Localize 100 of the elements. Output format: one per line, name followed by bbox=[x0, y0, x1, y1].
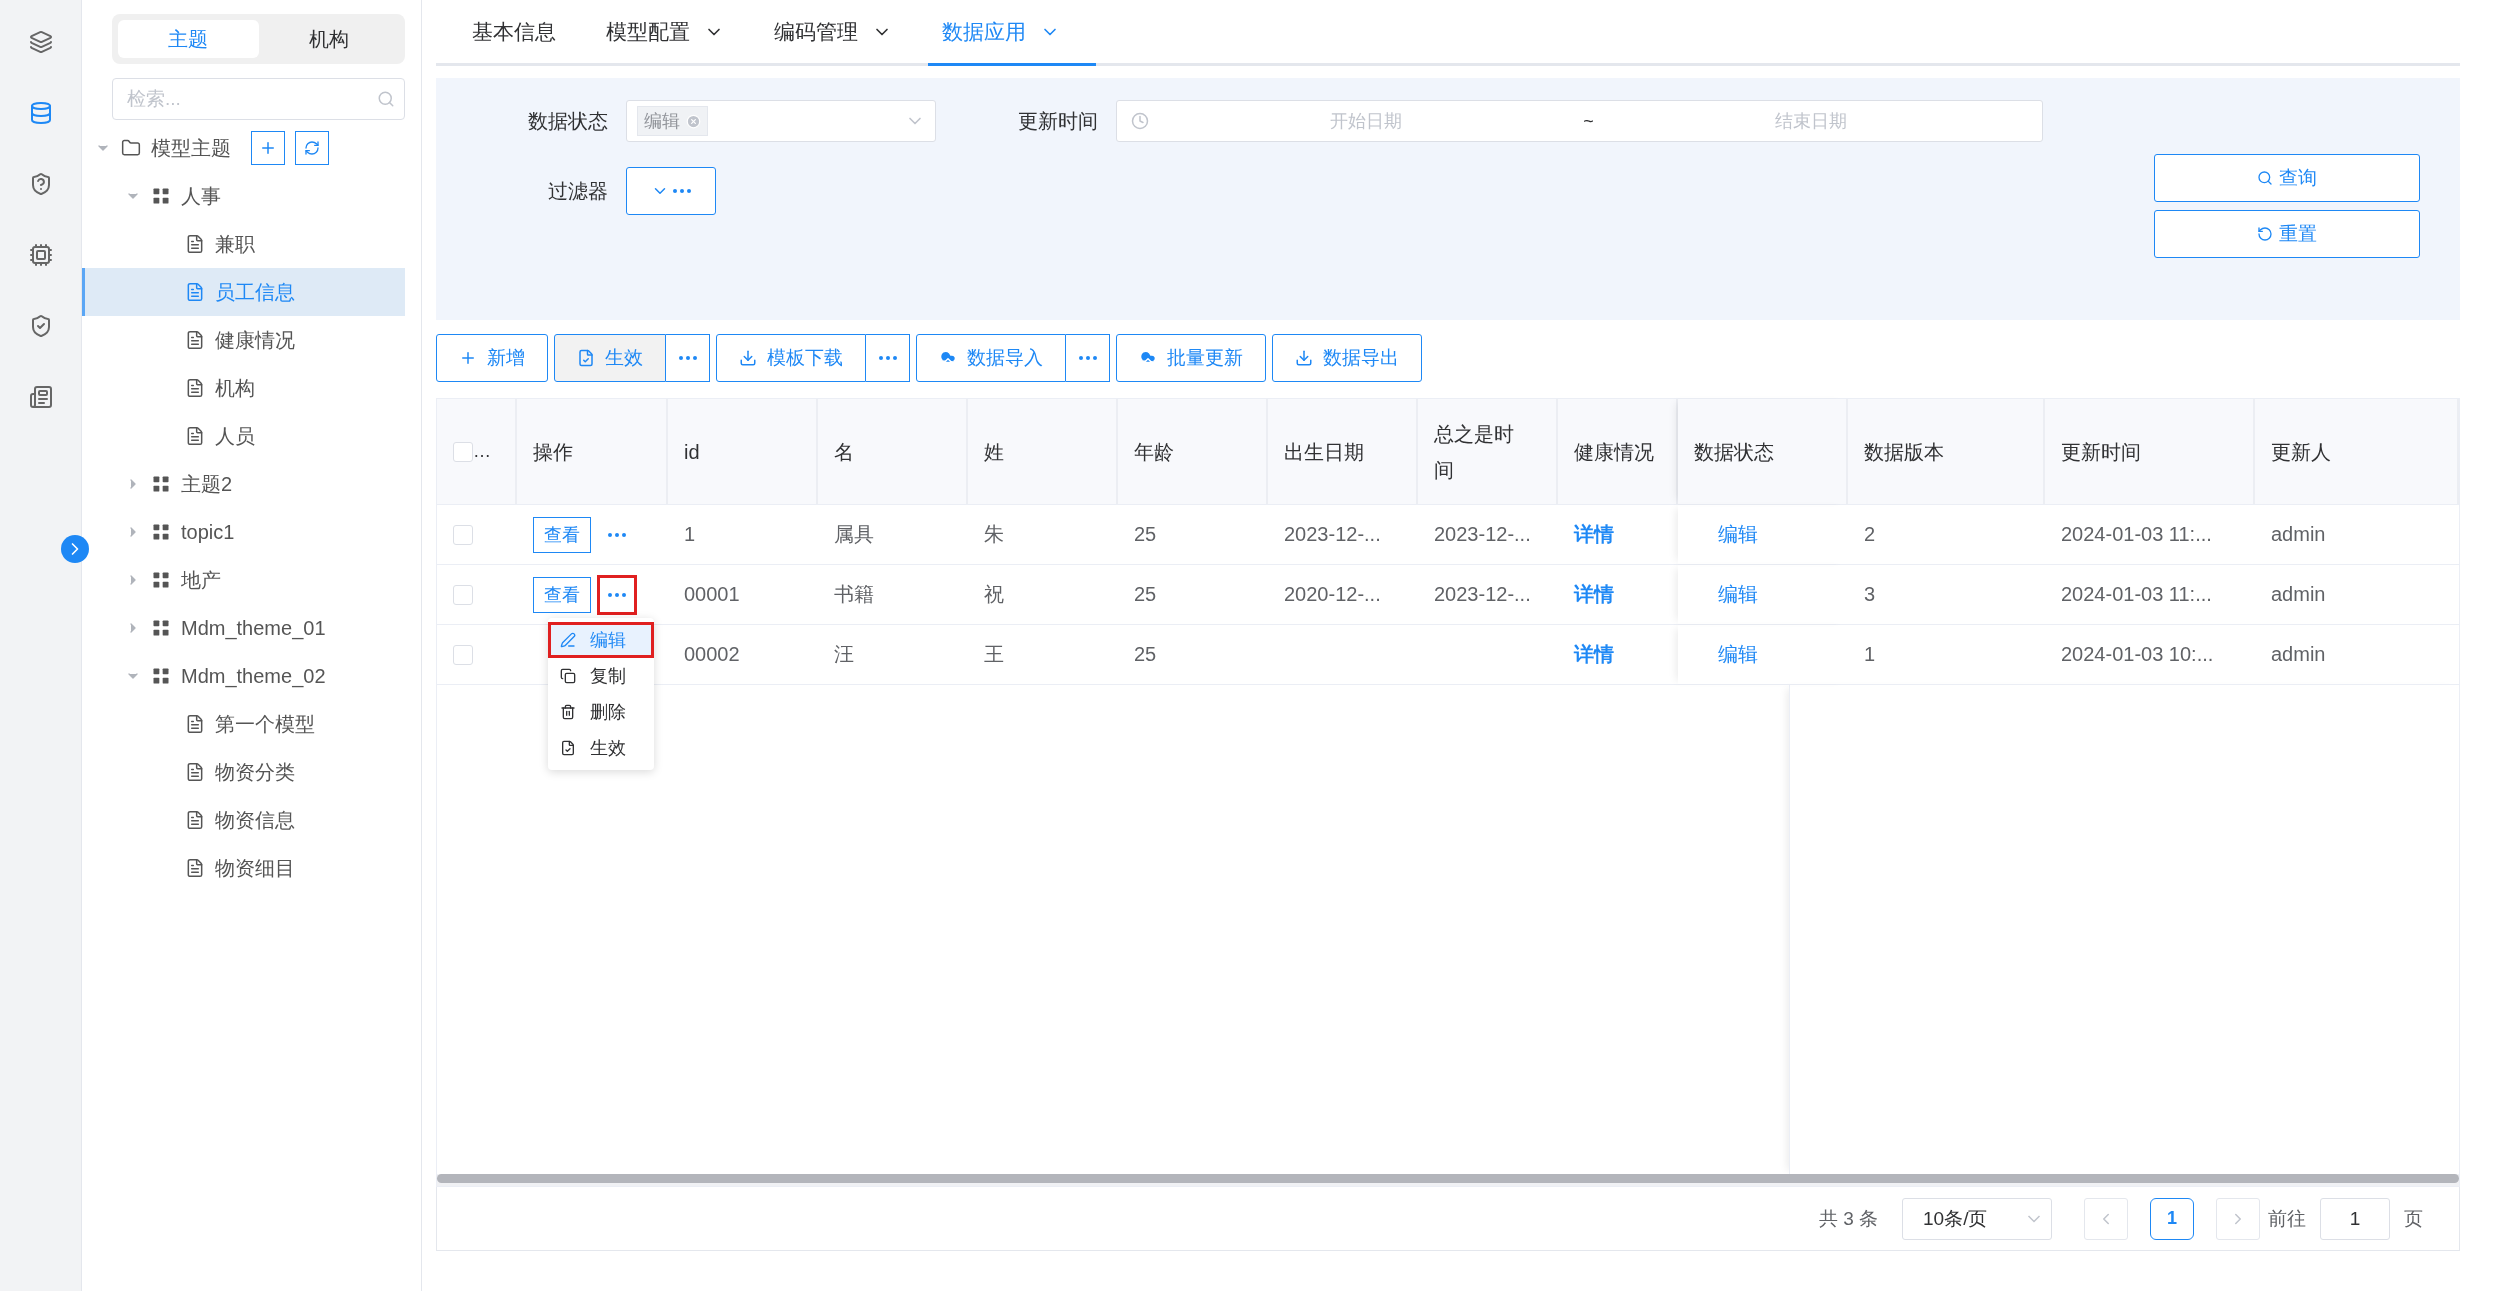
menu-item[interactable]: 生效 bbox=[548, 730, 654, 766]
field-label: 过滤器 bbox=[548, 178, 608, 204]
status-link[interactable]: 编辑 bbox=[1718, 521, 1758, 548]
expand-button[interactable] bbox=[61, 535, 89, 563]
range-separator: ~ bbox=[1583, 110, 1594, 132]
toolbar-button[interactable]: 数据导出 bbox=[1272, 334, 1422, 382]
status-link[interactable]: 编辑 bbox=[1718, 581, 1758, 608]
tree-item[interactable]: 模型主题 bbox=[82, 124, 405, 172]
more-button[interactable] bbox=[866, 334, 910, 382]
tag: 编辑 bbox=[637, 106, 708, 136]
plus-icon bbox=[459, 349, 477, 367]
table-cell: 1 bbox=[684, 523, 696, 546]
more-button[interactable] bbox=[666, 334, 710, 382]
table-cell: 25 bbox=[1134, 643, 1157, 666]
tree-label: 物资分类 bbox=[215, 759, 295, 785]
tree-item[interactable]: topic1 bbox=[82, 508, 405, 556]
table-cell: 2023-12-... bbox=[1284, 523, 1381, 546]
tree-label: 物资细目 bbox=[215, 855, 295, 881]
more-icon bbox=[608, 532, 626, 537]
column-header: 数据版本 bbox=[1864, 439, 1944, 465]
table-cell: 2020-12-... bbox=[1284, 583, 1381, 606]
search-field[interactable]: 检索... bbox=[112, 78, 405, 120]
file-check-icon bbox=[560, 740, 576, 756]
column-header: 年龄 bbox=[1134, 439, 1174, 465]
scrollbar[interactable] bbox=[437, 1174, 2459, 1183]
tree-label: 员工信息 bbox=[215, 279, 295, 305]
nav-tab[interactable]: 模型配置 bbox=[592, 0, 760, 66]
date-range-field[interactable]: 开始日期 ~ 结束日期 bbox=[1116, 100, 2043, 142]
nav-tab[interactable]: 数据应用 bbox=[928, 0, 1096, 66]
tree-item[interactable]: Mdm_theme_02 bbox=[82, 652, 405, 700]
copy-icon bbox=[560, 668, 576, 684]
panel-tab[interactable]: 主题 bbox=[118, 20, 259, 58]
nav-tab[interactable]: 基本信息 bbox=[458, 0, 592, 66]
column-header: 姓 bbox=[984, 439, 1004, 465]
view-button[interactable]: 查看 bbox=[533, 576, 591, 613]
trash-icon bbox=[560, 704, 576, 720]
tree-item[interactable]: 人事 bbox=[82, 172, 405, 220]
more-button[interactable] bbox=[1066, 334, 1110, 382]
filter-button[interactable] bbox=[626, 167, 716, 215]
checkbox[interactable] bbox=[453, 441, 473, 462]
table-cell-text: 汪 bbox=[834, 642, 854, 667]
page-size-select[interactable]: 10条/页 bbox=[1902, 1197, 2052, 1240]
document-icon bbox=[185, 426, 205, 446]
tree-item[interactable]: 机构 bbox=[82, 364, 405, 412]
tree-label: 地产 bbox=[181, 567, 221, 593]
header-label: … bbox=[473, 441, 491, 462]
more-button[interactable] bbox=[597, 574, 637, 615]
toolbar-button[interactable]: 批量更新 bbox=[1116, 334, 1266, 382]
pen-icon bbox=[560, 632, 576, 648]
tree-item[interactable]: 物资细目 bbox=[82, 844, 405, 892]
table-cell: 25 bbox=[1134, 523, 1157, 546]
nav-tab[interactable]: 编码管理 bbox=[760, 0, 928, 66]
tree-label: 兼职 bbox=[215, 231, 255, 257]
table-cell: 1 bbox=[1864, 643, 1876, 666]
add-button[interactable] bbox=[251, 131, 285, 165]
refresh-button[interactable] bbox=[295, 131, 329, 165]
toolbar-button[interactable]: 新增 bbox=[436, 334, 548, 382]
tree-item[interactable]: 第一个模型 bbox=[82, 700, 405, 748]
tree-item[interactable]: 人员 bbox=[82, 412, 405, 460]
reset-icon bbox=[2257, 226, 2273, 242]
column-header: 更新时间 bbox=[2061, 439, 2141, 465]
details-link[interactable]: 详情 bbox=[1574, 581, 1614, 608]
menu-item[interactable]: 复制 bbox=[548, 658, 654, 694]
page-unit: 页 bbox=[2404, 1206, 2423, 1231]
details-link[interactable]: 详情 bbox=[1574, 641, 1614, 668]
page-input[interactable]: 1 bbox=[2320, 1197, 2390, 1240]
toolbar-button[interactable]: 数据导入 bbox=[916, 334, 1066, 382]
tree-item[interactable]: 兼职 bbox=[82, 220, 405, 268]
status-link[interactable]: 编辑 bbox=[1718, 641, 1758, 668]
tree-item[interactable]: 主题2 bbox=[82, 460, 405, 508]
reset-button[interactable]: 重置 bbox=[2154, 210, 2420, 258]
tree-item[interactable]: 物资信息 bbox=[82, 796, 405, 844]
page-button[interactable]: 1 bbox=[2150, 1197, 2194, 1240]
table-cell: 00002 bbox=[684, 643, 740, 666]
download-icon bbox=[739, 349, 757, 367]
tree-label: 人事 bbox=[181, 183, 221, 209]
view-button[interactable]: 查看 bbox=[533, 516, 591, 553]
tree-item[interactable]: 物资分类 bbox=[82, 748, 405, 796]
grid-icon bbox=[151, 522, 171, 542]
menu-item[interactable]: 删除 bbox=[548, 694, 654, 730]
checkbox[interactable] bbox=[453, 524, 473, 545]
checkbox[interactable] bbox=[453, 584, 473, 605]
more-icon bbox=[878, 356, 897, 360]
panel-tab[interactable]: 机构 bbox=[258, 20, 399, 58]
tree-item[interactable]: 地产 bbox=[82, 556, 405, 604]
goto-label: 前往 bbox=[2268, 1206, 2306, 1231]
tree-label: 物资信息 bbox=[215, 807, 295, 833]
document-icon bbox=[185, 330, 205, 350]
tree-label: Mdm_theme_01 bbox=[181, 616, 326, 640]
checkbox[interactable] bbox=[453, 644, 473, 665]
folder-icon bbox=[121, 138, 141, 158]
document-icon bbox=[185, 282, 205, 302]
column-header: 更新人 bbox=[2271, 439, 2331, 465]
toolbar-button[interactable]: 模板下载 bbox=[716, 334, 866, 382]
document-icon bbox=[185, 858, 205, 878]
details-link[interactable]: 详情 bbox=[1574, 521, 1614, 548]
tree-item[interactable]: Mdm_theme_01 bbox=[82, 604, 405, 652]
search-button[interactable]: 查询 bbox=[2154, 154, 2420, 202]
tree-item[interactable]: 健康情况 bbox=[82, 316, 405, 364]
field-label: 更新时间 bbox=[1018, 108, 1098, 134]
